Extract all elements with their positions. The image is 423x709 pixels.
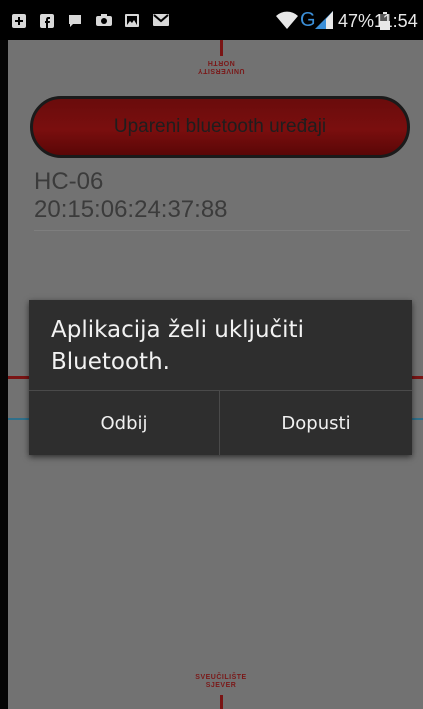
deny-button[interactable]: Odbij xyxy=(29,391,219,455)
network-type: G xyxy=(300,9,316,31)
battery-percent: 47% xyxy=(338,11,375,31)
phone-screen: G 47% 11:54 UNIVERSITY NORTH Upareni blu… xyxy=(0,0,423,709)
top-line xyxy=(220,40,223,56)
bottom-logo: SVEUČILIŠTE SJEVER xyxy=(161,674,281,690)
top-logo: UNIVERSITY NORTH xyxy=(161,58,281,74)
bluetooth-permission-dialog: Aplikacija želi uključiti Bluetooth. Odb… xyxy=(29,300,412,455)
status-bar: G 47% 11:54 xyxy=(0,0,423,40)
wifi-icon xyxy=(276,11,298,29)
bottom-line xyxy=(220,695,223,709)
facebook-icon xyxy=(40,14,54,28)
screen-edge xyxy=(0,40,8,709)
allow-button[interactable]: Dopusti xyxy=(220,391,412,455)
paired-devices-button[interactable]: Upareni bluetooth uređaji xyxy=(30,96,410,158)
top-logo-line2: NORTH xyxy=(207,59,235,66)
top-logo-line1: UNIVERSITY xyxy=(197,67,245,74)
device-list-item[interactable]: HC-06 20:15:06:24:37:88 xyxy=(34,168,410,231)
camera-icon xyxy=(96,14,112,26)
mail-icon xyxy=(153,14,169,26)
plus-icon xyxy=(12,14,26,28)
device-name: HC-06 xyxy=(34,168,104,195)
left-blue-line xyxy=(8,418,30,420)
image-icon xyxy=(125,14,139,27)
dialog-message: Aplikacija želi uključiti Bluetooth. xyxy=(51,317,304,375)
chat-icon xyxy=(68,14,82,28)
bottom-logo-line1: SVEUČILIŠTE xyxy=(195,674,247,681)
signal-icon xyxy=(315,11,333,29)
left-red-line xyxy=(8,376,30,379)
clock: 11:54 xyxy=(374,11,418,31)
device-address: 20:15:06:24:37:88 xyxy=(34,196,228,223)
bottom-logo-line2: SJEVER xyxy=(205,682,237,689)
